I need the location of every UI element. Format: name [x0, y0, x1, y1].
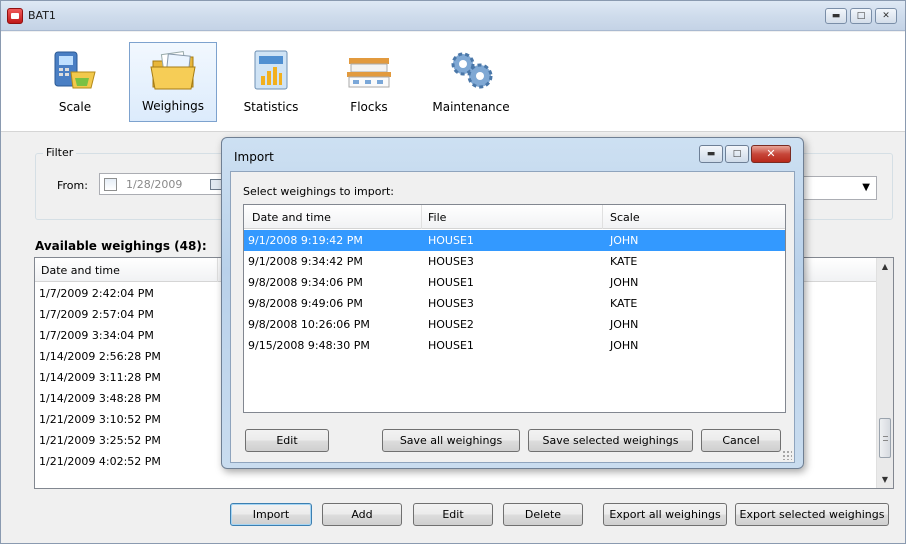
table-row[interactable]: 9/8/2008 9:49:06 PM HOUSE3 KATE [244, 293, 785, 314]
maximize-icon: □ [732, 149, 742, 159]
toolbar-statistics-label: Statistics [243, 100, 299, 114]
close-icon: ✕ [766, 147, 776, 160]
list-item-date: 1/7/2009 2:42:04 PM [39, 287, 154, 300]
toolbar-weighings-label: Weighings [142, 99, 204, 113]
cell-scale: JOHN [610, 318, 639, 331]
app-icon [7, 8, 23, 24]
flocks-icon [347, 58, 391, 88]
toolbar-flocks[interactable]: Flocks [325, 42, 413, 122]
import-dialog: Import ▬ □ ✕ Select weighings to import:… [221, 137, 804, 469]
dialog-close-button[interactable]: ✕ [751, 145, 791, 163]
from-date-checkbox[interactable] [104, 178, 117, 191]
dialog-title: Import [234, 150, 274, 164]
main-toolbar: Scale Weighings Statistics Flocks Mainte… [1, 32, 905, 132]
list-item-date: 1/14/2009 2:56:28 PM [39, 350, 161, 363]
dialog-body: Select weighings to import: Date and tim… [230, 171, 795, 463]
delete-button[interactable]: Delete [503, 503, 583, 526]
import-list-header: Date and time File Scale [244, 205, 785, 229]
from-date-value: 1/28/2009 [126, 178, 183, 191]
edit-button[interactable]: Edit [413, 503, 493, 526]
import-weighings-list[interactable]: Date and time File Scale 9/1/2008 9:19:4… [243, 204, 786, 413]
column-header-scale[interactable]: Scale [610, 211, 640, 224]
minimize-icon: ▬ [831, 11, 841, 21]
available-weighings-title: Available weighings (48): [35, 239, 207, 253]
cell-date: 9/1/2008 9:34:42 PM [248, 255, 363, 268]
add-button[interactable]: Add [322, 503, 402, 526]
list-item-date: 1/21/2009 4:02:52 PM [39, 455, 161, 468]
column-header-file[interactable]: File [428, 211, 446, 224]
cell-date: 9/1/2008 9:19:42 PM [248, 234, 363, 247]
scroll-down-icon[interactable]: ▼ [877, 471, 893, 488]
table-row[interactable]: 9/1/2008 9:19:42 PM HOUSE1 JOHN [244, 230, 785, 251]
cell-file: HOUSE3 [428, 255, 474, 268]
vertical-scrollbar[interactable]: ▲ ▼ [876, 258, 893, 488]
export-all-button[interactable]: Export all weighings [603, 503, 727, 526]
toolbar-maintenance-label: Maintenance [432, 100, 510, 114]
list-item-date: 1/21/2009 3:25:52 PM [39, 434, 161, 447]
table-row[interactable]: 9/8/2008 10:26:06 PM HOUSE2 JOHN [244, 314, 785, 335]
cell-date: 9/8/2008 10:26:06 PM [248, 318, 370, 331]
from-label: From: [57, 179, 88, 192]
scroll-thumb[interactable] [879, 418, 891, 458]
list-item-date: 1/14/2009 3:48:28 PM [39, 392, 161, 405]
close-icon: ✕ [882, 11, 890, 21]
cell-scale: KATE [610, 255, 638, 268]
cell-date: 9/15/2008 9:48:30 PM [248, 339, 370, 352]
cell-file: HOUSE3 [428, 297, 474, 310]
dialog-minimize-button[interactable]: ▬ [699, 145, 723, 163]
toolbar-maintenance[interactable]: Maintenance [427, 42, 515, 122]
import-button[interactable]: Import [230, 503, 312, 526]
cancel-button[interactable]: Cancel [701, 429, 781, 452]
chevron-down-icon: ▼ [862, 182, 870, 193]
table-row[interactable]: 9/8/2008 9:34:06 PM HOUSE1 JOHN [244, 272, 785, 293]
folder-icon [150, 51, 196, 90]
toolbar-flocks-label: Flocks [350, 100, 388, 114]
table-row[interactable]: 9/1/2008 9:34:42 PM HOUSE3 KATE [244, 251, 785, 272]
maximize-button[interactable]: □ [850, 8, 872, 24]
cell-scale: KATE [610, 297, 638, 310]
export-selected-button[interactable]: Export selected weighings [735, 503, 889, 526]
list-item-date: 1/7/2009 3:34:04 PM [39, 329, 154, 342]
dialog-edit-button[interactable]: Edit [245, 429, 329, 452]
list-item-date: 1/7/2009 2:57:04 PM [39, 308, 154, 321]
cell-file: HOUSE1 [428, 339, 474, 352]
minimize-button[interactable]: ▬ [825, 8, 847, 24]
column-header-date[interactable]: Date and time [252, 211, 331, 224]
window-title: BAT1 [28, 9, 56, 22]
cell-file: HOUSE2 [428, 318, 474, 331]
toolbar-statistics[interactable]: Statistics [227, 42, 315, 122]
cell-scale: JOHN [610, 276, 639, 289]
from-date-picker[interactable]: 1/28/2009 [99, 173, 227, 195]
column-header-date[interactable]: Date and time [41, 264, 120, 277]
save-all-button[interactable]: Save all weighings [382, 429, 520, 452]
table-row[interactable]: 9/15/2008 9:48:30 PM HOUSE1 JOHN [244, 335, 785, 356]
list-item-date: 1/14/2009 3:11:28 PM [39, 371, 161, 384]
cell-date: 9/8/2008 9:34:06 PM [248, 276, 363, 289]
save-selected-button[interactable]: Save selected weighings [528, 429, 693, 452]
dialog-instruction: Select weighings to import: [243, 185, 395, 198]
cell-file: HOUSE1 [428, 234, 474, 247]
statistics-icon [254, 50, 288, 90]
gears-icon [451, 52, 493, 89]
cell-scale: JOHN [610, 234, 639, 247]
toolbar-weighings[interactable]: Weighings [129, 42, 217, 122]
list-item-date: 1/21/2009 3:10:52 PM [39, 413, 161, 426]
toolbar-scale-label: Scale [58, 100, 92, 114]
cell-file: HOUSE1 [428, 276, 474, 289]
title-bar: BAT1 ▬ □ ✕ [1, 1, 905, 31]
minimize-icon: ▬ [706, 149, 716, 159]
toolbar-scale[interactable]: Scale [31, 42, 119, 122]
maximize-icon: □ [856, 11, 866, 21]
import-list-rows: 9/1/2008 9:19:42 PM HOUSE1 JOHN 9/1/2008 9:… [244, 230, 785, 356]
cell-scale: JOHN [610, 339, 639, 352]
scroll-up-icon[interactable]: ▲ [877, 258, 893, 275]
cell-date: 9/8/2008 9:49:06 PM [248, 297, 363, 310]
dialog-maximize-button[interactable]: □ [725, 145, 749, 163]
resize-grip-icon[interactable] [782, 450, 792, 460]
filter-caption: Filter [43, 146, 77, 159]
scale-icon [54, 51, 96, 89]
close-button[interactable]: ✕ [875, 8, 897, 24]
